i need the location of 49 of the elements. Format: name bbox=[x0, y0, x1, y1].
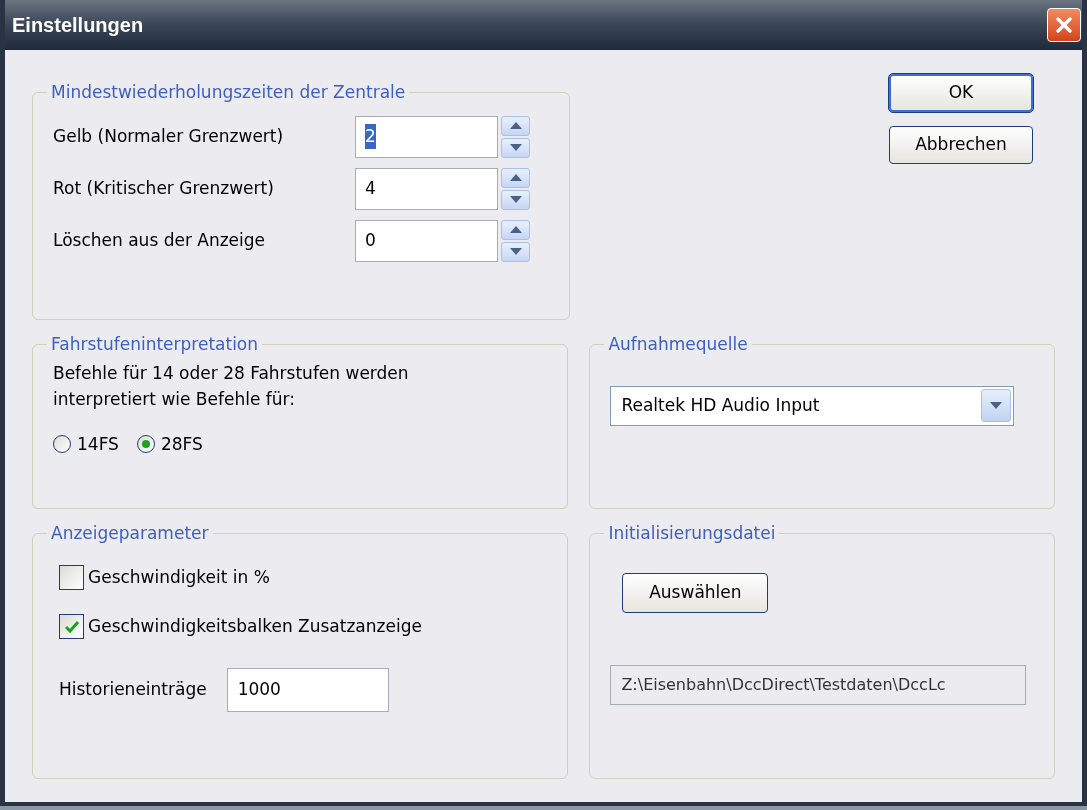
caret-down-icon bbox=[509, 248, 522, 255]
spin-up-button[interactable] bbox=[501, 167, 530, 188]
dropdown-arrow-button[interactable] bbox=[981, 389, 1012, 422]
number-field[interactable]: 0 bbox=[355, 219, 498, 262]
field-label: Historieneinträge bbox=[59, 677, 207, 701]
history-field[interactable]: 1000 bbox=[226, 667, 389, 712]
radio-button[interactable] bbox=[53, 435, 71, 454]
group-title: Anzeigeparameter bbox=[50, 522, 210, 545]
radio-option[interactable]: 14FS bbox=[53, 431, 119, 457]
group-title: Mindestwiederholungszeiten der Zentrale bbox=[50, 81, 407, 104]
field-value: 2 bbox=[365, 123, 376, 150]
group-title: Fahrstufeninterpretation bbox=[50, 333, 260, 356]
caret-down-icon bbox=[990, 402, 1003, 409]
close-icon bbox=[1055, 16, 1073, 34]
caret-up-icon bbox=[509, 122, 522, 129]
spin-up-button[interactable] bbox=[501, 115, 530, 136]
spin-up-button[interactable] bbox=[501, 219, 530, 240]
choose-button[interactable]: Auswählen bbox=[622, 572, 769, 613]
radio-option[interactable]: 28FS bbox=[136, 431, 203, 457]
number-field[interactable]: 2 bbox=[355, 115, 498, 158]
checkbox-option[interactable]: Geschwindigkeitsbalken Zusatzanzeige bbox=[59, 614, 548, 640]
number-field[interactable]: 4 bbox=[355, 167, 498, 210]
field-value: 0 bbox=[365, 228, 376, 252]
field-label: Rot (Kritischer Grenzwert) bbox=[53, 176, 275, 200]
source-dropdown[interactable]: Realtek HD Audio Input bbox=[610, 385, 1015, 426]
close-button[interactable] bbox=[1047, 8, 1081, 42]
description-text: Befehle für 14 oder 28 Fahrstufen werden interpretiert wie Befehle für: bbox=[53, 361, 410, 411]
spin-down-button[interactable] bbox=[501, 137, 530, 158]
checkbox[interactable] bbox=[59, 564, 84, 590]
dropdown-value: Realtek HD Audio Input bbox=[621, 393, 820, 417]
file-path-field: Z:\Eisenbahn\DccDirect\Testdaten\DccLc bbox=[610, 664, 1027, 705]
group-title: Aufnahmequelle bbox=[607, 333, 749, 356]
field-label: Gelb (Normaler Grenzwert) bbox=[53, 124, 285, 148]
group-title: Initialisierungsdatei bbox=[607, 522, 777, 545]
field-label: Löschen aus der Anzeige bbox=[53, 228, 267, 252]
checkbox[interactable] bbox=[59, 614, 84, 640]
checkbox-option[interactable]: Geschwindigkeit in % bbox=[59, 564, 548, 590]
cancel-button[interactable]: Abbrechen bbox=[889, 126, 1033, 164]
spin-down-button[interactable] bbox=[501, 241, 530, 262]
caret-up-icon bbox=[509, 174, 522, 181]
spin-down-button[interactable] bbox=[501, 189, 530, 210]
caret-down-icon bbox=[509, 144, 522, 151]
ok-button[interactable]: OK bbox=[889, 74, 1033, 112]
radio-button[interactable] bbox=[136, 435, 155, 454]
caret-up-icon bbox=[509, 226, 522, 233]
caret-down-icon bbox=[509, 196, 522, 203]
check-icon bbox=[64, 620, 79, 633]
field-value: 4 bbox=[365, 176, 376, 200]
window-title: Einstellungen bbox=[12, 13, 144, 38]
